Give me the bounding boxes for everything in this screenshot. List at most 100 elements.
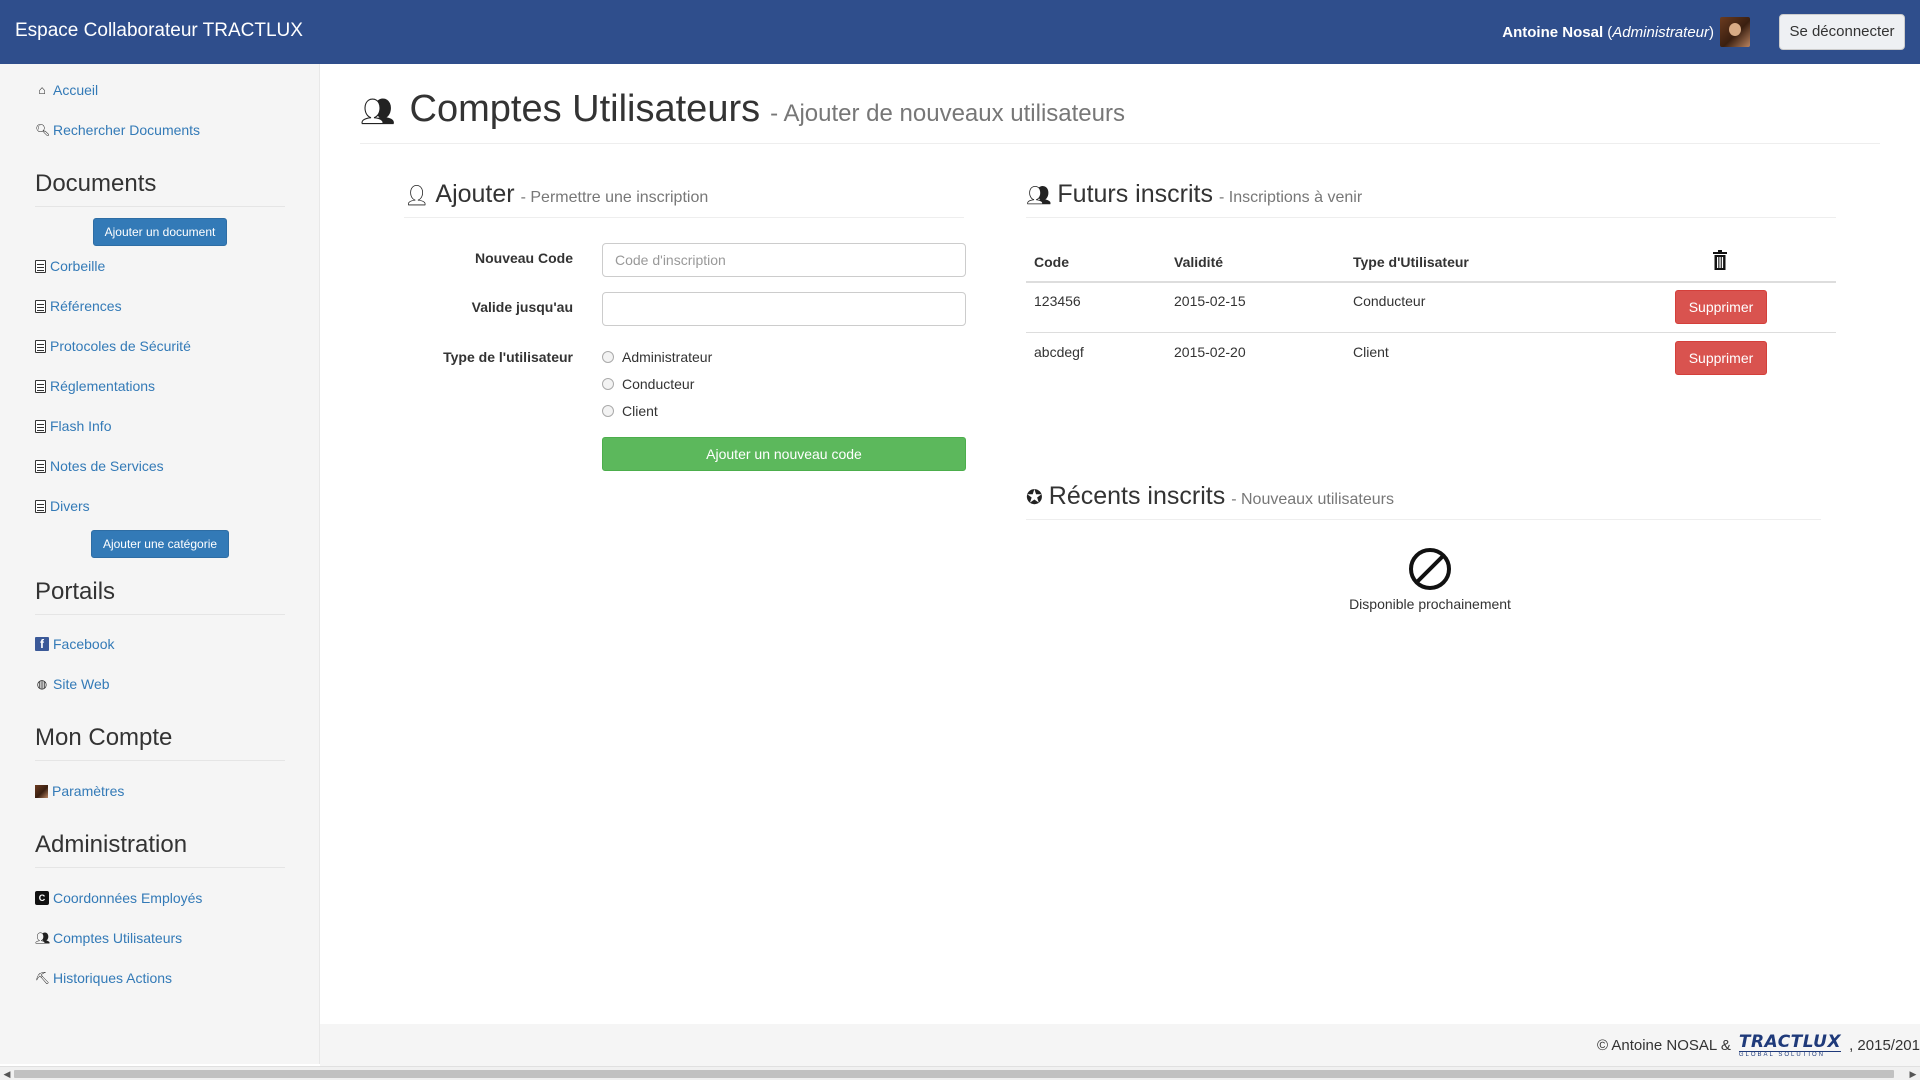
hammer-icon: ⛏︎ [35, 971, 51, 985]
sidebar-item-divers[interactable]: Divers [35, 498, 90, 514]
add-document-button[interactable]: Ajouter un document [93, 218, 227, 246]
recent-section-subtitle: - Nouveaux utilisateurs [1231, 491, 1394, 508]
sidebar-item-website[interactable]: ◍ Site Web [35, 676, 110, 692]
sidebar-item-label: Comptes Utilisateurs [53, 930, 183, 946]
future-section-header: 👥︎ Futurs inscrits - Inscriptions à veni… [1026, 180, 1836, 218]
sidebar-item-search-documents[interactable]: 🔍︎ Rechercher Documents [35, 122, 200, 138]
footer-text: © Antoine NOSAL & TRACTLUX GLOBAL SOLUTI… [1597, 1024, 1920, 1068]
sidebar-item-facebook[interactable]: f Facebook [35, 636, 114, 652]
sidebar-item-corbeille[interactable]: Corbeille [35, 258, 105, 274]
code-input[interactable] [602, 243, 966, 277]
radio-button[interactable] [602, 405, 614, 417]
page-subtitle: - Ajouter de nouveaux utilisateurs [770, 100, 1125, 127]
valid-until-label: Valide jusqu'au [471, 299, 573, 315]
document-icon [35, 299, 46, 313]
sidebar-item-label: Facebook [53, 636, 115, 652]
code-label: Nouveau Code [474, 250, 573, 266]
globe-icon: ◍ [36, 677, 48, 691]
search-document-icon: 🔍︎ [35, 123, 51, 137]
valid-until-input[interactable] [602, 292, 966, 326]
users-icon: 👥︎ [1026, 185, 1052, 207]
verified-icon: ✪ [1026, 487, 1043, 509]
radio-client[interactable]: Client [602, 403, 658, 419]
sidebar-item-label: Paramètres [52, 783, 125, 799]
user-thumbnail-icon [35, 784, 48, 798]
unavailable-notice: Disponible prochainement [1340, 548, 1520, 612]
user-role: Administrateur [1612, 23, 1709, 41]
user-role-close: ) [1709, 23, 1714, 41]
user-add-icon: 👤︎ [404, 185, 430, 207]
radio-label: Conducteur [622, 376, 695, 392]
radio-administrateur[interactable]: Administrateur [602, 349, 712, 365]
copyright-years: , 2015/201 [1849, 1037, 1920, 1054]
user-type-label: Type de l'utilisateur [443, 349, 573, 365]
document-icon [35, 459, 46, 473]
document-icon [35, 259, 46, 273]
sidebar-item-label: Accueil [53, 82, 99, 98]
tractlux-logo: TRACTLUX GLOBAL SOLUTION [1738, 1034, 1842, 1058]
sidebar-item-label: Site Web [53, 676, 110, 692]
sidebar-item-label: Corbeille [50, 258, 106, 274]
add-category-button[interactable]: Ajouter une catégorie [91, 530, 229, 558]
ban-icon [1409, 548, 1451, 590]
sidebar-item-settings[interactable]: Paramètres [35, 783, 124, 799]
sidebar-item-user-accounts[interactable]: 👥︎ Comptes Utilisateurs [35, 930, 182, 946]
cell-code: 123456 [1034, 293, 1081, 309]
facebook-icon: f [35, 637, 49, 651]
sidebar-item-label: Rechercher Documents [53, 122, 201, 138]
col-header-validity: Validité [1174, 254, 1224, 270]
sidebar-item-flash-info[interactable]: Flash Info [35, 418, 111, 434]
sidebar-item-label: Protocoles de Sécurité [50, 338, 191, 354]
sidebar: ⌂ Accueil 🔍︎ Rechercher Documents Docume… [0, 64, 320, 1064]
sidebar-item-employees[interactable]: C Coordonnées Employés [35, 890, 202, 906]
delete-button[interactable]: Supprimer [1675, 290, 1767, 324]
sidebar-item-references[interactable]: Références [35, 298, 122, 314]
horizontal-scrollbar[interactable]: ◀ ▶ [0, 1066, 1920, 1080]
trash-icon[interactable] [1713, 250, 1727, 270]
future-section-subtitle: - Inscriptions à venir [1218, 189, 1363, 206]
logout-button[interactable]: Se déconnecter [1779, 14, 1905, 50]
page-header: 👥︎ Comptes Utilisateurs - Ajouter de nou… [360, 88, 1880, 144]
radio-conducteur[interactable]: Conducteur [602, 376, 694, 392]
delete-button[interactable]: Supprimer [1675, 341, 1767, 375]
sidebar-section-portals: Portails [35, 578, 285, 615]
contact-card-icon: C [35, 891, 49, 905]
radio-button[interactable] [602, 351, 614, 363]
app-brand[interactable]: Espace Collaborateur TRACTLUX [15, 0, 303, 64]
sidebar-item-label: Réglementations [50, 378, 156, 394]
sidebar-item-label: Coordonnées Employés [53, 890, 203, 906]
recent-section-title: Récents inscrits [1048, 482, 1226, 510]
footer: © Antoine NOSAL & TRACTLUX GLOBAL SOLUTI… [320, 1024, 1920, 1068]
add-section-header: 👤︎ Ajouter - Permettre une inscription [404, 180, 964, 218]
sidebar-item-reglementations[interactable]: Réglementations [35, 378, 155, 394]
radio-button[interactable] [602, 378, 614, 390]
users-icon: 👥︎ [35, 931, 51, 945]
sidebar-item-protocoles[interactable]: Protocoles de Sécurité [35, 338, 191, 354]
top-navbar: Espace Collaborateur TRACTLUX Antoine No… [0, 0, 1920, 64]
document-icon [35, 339, 46, 353]
sidebar-section-account: Mon Compte [35, 724, 285, 761]
scroll-right-arrow-icon[interactable]: ▶ [1906, 1067, 1920, 1080]
document-icon [35, 419, 46, 433]
col-header-code: Code [1034, 254, 1069, 270]
document-icon [35, 499, 46, 513]
scrollbar-thumb[interactable] [14, 1070, 1894, 1078]
sidebar-section-documents: Documents [35, 170, 285, 207]
add-section-subtitle: - Permettre une inscription [520, 189, 709, 206]
user-info: Antoine Nosal (Administrateur) [1502, 0, 1750, 64]
users-icon: 👥︎ [360, 96, 396, 127]
user-name: Antoine Nosal [1502, 23, 1604, 41]
sidebar-item-history[interactable]: ⛏︎ Historiques Actions [35, 970, 172, 986]
cell-validity: 2015-02-15 [1174, 293, 1246, 309]
sidebar-item-label: Notes de Services [50, 458, 164, 474]
cell-validity: 2015-02-20 [1174, 344, 1246, 360]
sidebar-item-label: Historiques Actions [53, 970, 173, 986]
scroll-left-arrow-icon[interactable]: ◀ [0, 1067, 14, 1080]
avatar[interactable] [1720, 17, 1750, 47]
recent-section-header: ✪ Récents inscrits - Nouveaux utilisateu… [1026, 482, 1821, 520]
sidebar-item-home[interactable]: ⌂ Accueil [35, 82, 98, 98]
add-code-button[interactable]: Ajouter un nouveau code [602, 437, 966, 471]
add-section-title: Ajouter [435, 180, 515, 208]
sidebar-item-notes-services[interactable]: Notes de Services [35, 458, 164, 474]
logo-tagline: GLOBAL SOLUTION [1738, 1051, 1842, 1058]
